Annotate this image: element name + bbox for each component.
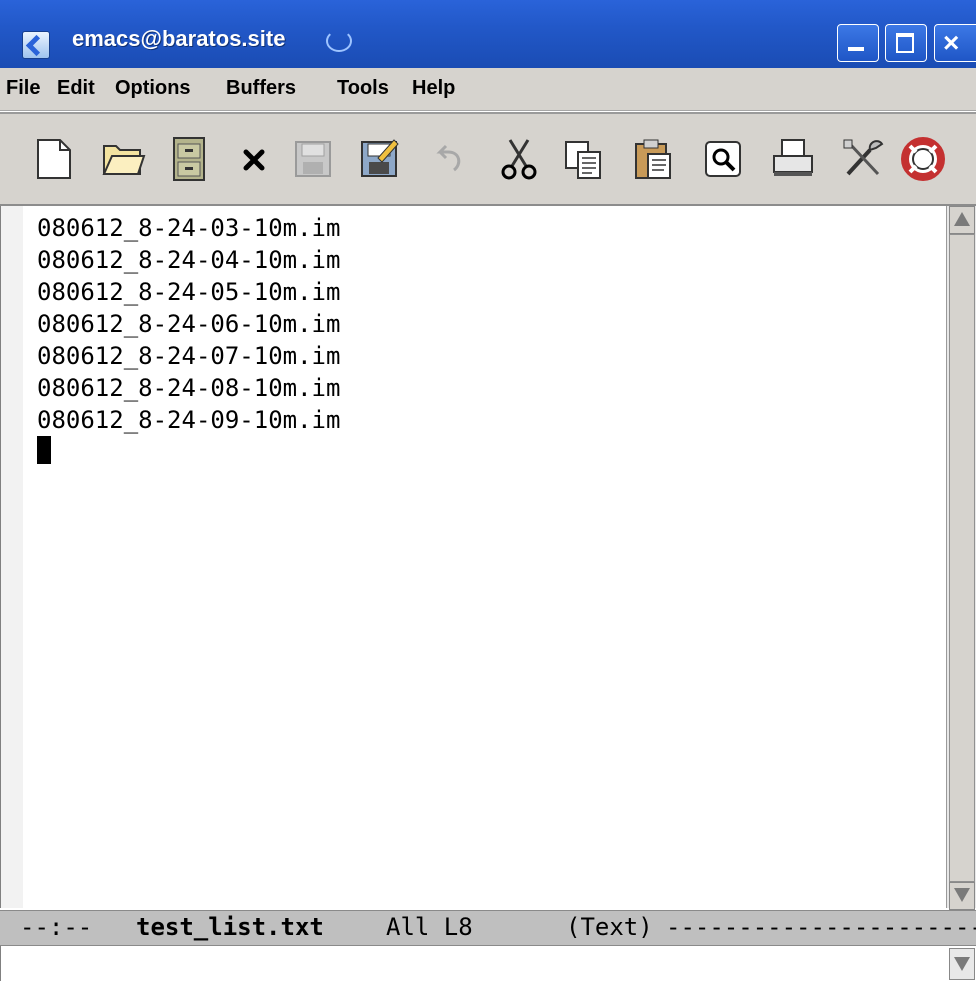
undo-icon[interactable] (426, 136, 472, 182)
close-button[interactable]: × (934, 24, 976, 62)
buffer-line: 080612_8-24-03-10m.im (37, 214, 341, 242)
help-icon[interactable] (900, 136, 946, 182)
menu-tools[interactable]: Tools (337, 77, 389, 100)
window-title: emacs@baratos.site (72, 26, 286, 51)
modeline-status: --:-- (20, 913, 93, 941)
swirl-icon (326, 30, 352, 52)
buffer-line: 080612_8-24-09-10m.im (37, 406, 341, 434)
echo-scroll-arrow-icon[interactable] (949, 948, 975, 980)
write-file-icon[interactable] (356, 136, 402, 182)
tool-bar (0, 112, 976, 206)
modeline-major-mode[interactable]: (Text) (566, 911, 653, 943)
text-cursor (37, 436, 51, 464)
echo-area[interactable] (0, 946, 976, 981)
modeline-position: All L8 (386, 913, 473, 941)
save-icon[interactable] (290, 136, 336, 182)
vertical-scrollbar[interactable] (946, 206, 976, 910)
buffer-lines: 080612_8-24-03-10m.im 080612_8-24-04-10m… (37, 212, 340, 436)
cut-icon[interactable] (496, 136, 542, 182)
menu-bar: File Edit Options Buffers Tools Help (0, 68, 976, 111)
print-icon[interactable] (770, 136, 816, 182)
left-fringe (1, 206, 23, 908)
customize-icon[interactable] (840, 136, 886, 182)
buffer-line: 080612_8-24-04-10m.im (37, 246, 341, 274)
copy-icon[interactable] (560, 136, 606, 182)
buffer-line: 080612_8-24-08-10m.im (37, 374, 341, 402)
buffer-line: 080612_8-24-05-10m.im (37, 278, 341, 306)
new-file-icon[interactable] (30, 136, 76, 182)
minimize-button[interactable] (837, 24, 879, 62)
dired-cabinet-icon[interactable] (166, 136, 212, 182)
title-bar[interactable]: emacs@baratos.site × (0, 0, 976, 69)
menu-buffers[interactable]: Buffers (226, 77, 296, 100)
maximize-button[interactable] (885, 24, 927, 62)
modeline-fill: ---------------------------- (666, 913, 976, 941)
menu-edit[interactable]: Edit (57, 77, 95, 100)
kill-buffer-icon[interactable] (232, 136, 278, 182)
menu-options[interactable]: Options (115, 77, 191, 100)
scroll-down-arrow-icon[interactable] (949, 882, 975, 910)
window-menu-icon[interactable] (22, 31, 50, 59)
open-folder-icon[interactable] (100, 136, 146, 182)
buffer-text-area[interactable]: 080612_8-24-03-10m.im 080612_8-24-04-10m… (0, 206, 947, 908)
close-icon: × (943, 27, 960, 58)
scroll-up-arrow-icon[interactable] (949, 206, 975, 234)
paste-icon[interactable] (630, 136, 676, 182)
buffer-line: 080612_8-24-07-10m.im (37, 342, 341, 370)
modeline-buffer-name[interactable]: test_list.txt (136, 911, 324, 943)
scrollbar-thumb[interactable] (949, 234, 975, 882)
emacs-window: emacs@baratos.site × File Edit Options B… (0, 0, 976, 981)
menu-file[interactable]: File (6, 77, 40, 100)
search-icon[interactable] (700, 136, 746, 182)
mode-line: --:-- test_list.txt All L8 (Text) ------… (0, 910, 976, 946)
menu-help[interactable]: Help (412, 77, 455, 100)
buffer-line: 080612_8-24-06-10m.im (37, 310, 341, 338)
